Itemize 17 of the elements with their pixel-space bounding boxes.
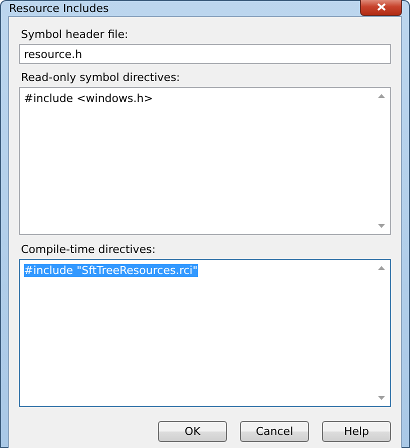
dialog-button[interactable]: Help (322, 421, 391, 442)
scroll-up-icon[interactable] (378, 266, 385, 270)
window-title: Resource Includes (8, 2, 109, 15)
field-label: Symbol header file: (21, 28, 130, 41)
close-icon (376, 2, 386, 10)
dialog-button[interactable]: Cancel (240, 421, 309, 442)
text-area[interactable]: #include <windows.h> (19, 87, 391, 235)
dialog-button[interactable]: OK (158, 421, 227, 442)
field-label: Compile-time directives: (21, 243, 157, 256)
close-button[interactable] (360, 0, 402, 16)
text-field[interactable]: resource.h (19, 44, 391, 64)
scroll-up-icon[interactable] (378, 94, 385, 98)
field-label: Read-only symbol directives: (21, 71, 182, 84)
scroll-down-icon[interactable] (378, 224, 385, 228)
scroll-down-icon[interactable] (378, 396, 385, 400)
directive-text: #include "SftTreeResources.rci" (24, 264, 198, 277)
directive-text: #include <windows.h> (24, 92, 153, 105)
